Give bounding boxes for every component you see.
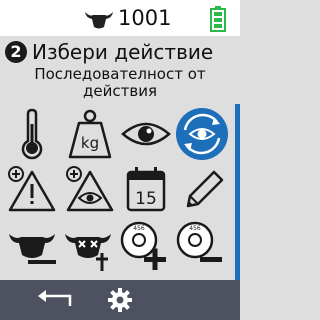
weight-kg-icon: kg [68,109,112,159]
weight-unit-label: kg [81,134,99,152]
calendar-day-label: 15 [135,189,157,209]
pencil-icon [186,170,224,208]
action-add-observation[interactable] [64,164,116,216]
ear-tag-number: 456 [133,225,145,232]
page-subtitle: Последователност от действия [34,65,206,100]
action-calendar[interactable]: 15 [120,164,172,216]
action-weight[interactable]: kg [64,108,116,160]
action-inspect[interactable] [120,108,172,160]
action-thermometer[interactable] [6,108,58,160]
warning-plus-icon [8,166,56,212]
thermometer-icon [21,108,43,160]
action-edit[interactable] [176,164,228,216]
status-bar: 1001 [0,0,240,36]
device-screen: 1001 2 Избери действие Последователност … [0,0,240,320]
action-inspect-sequence-selected[interactable] [176,108,228,160]
back-arrow-icon[interactable] [34,284,78,316]
eye-cycle-icon [176,108,228,160]
action-add-alert[interactable] [6,164,58,216]
eye-icon [121,122,171,146]
step-number-badge: 2 [5,41,27,63]
animal-id-label: 1001 [118,6,172,30]
ear-tag-number: 456 [189,225,201,232]
gear-icon[interactable] [104,284,136,316]
ear-tag-remove-icon: 456 [176,221,222,262]
cow-dead-icon [65,234,111,271]
cow-remove-icon [9,234,56,264]
action-add-ear-tag[interactable]: 456 [118,218,170,270]
action-remove-ear-tag[interactable]: 456 [174,218,226,270]
eye-warning-plus-icon [66,166,114,212]
action-selection-panel: 2 Избери действие Последователност от де… [0,36,240,280]
ear-tag-add-icon: 456 [120,221,166,270]
cow-head-icon [85,12,113,29]
page-title: Избери действие [32,40,214,64]
action-remove-animal[interactable] [6,220,58,272]
battery-full-icon [210,6,226,32]
bottom-nav-bar [0,280,240,320]
action-animal-dead[interactable] [62,220,114,272]
scrollbar[interactable] [235,104,240,280]
calendar-icon: 15 [126,167,166,212]
